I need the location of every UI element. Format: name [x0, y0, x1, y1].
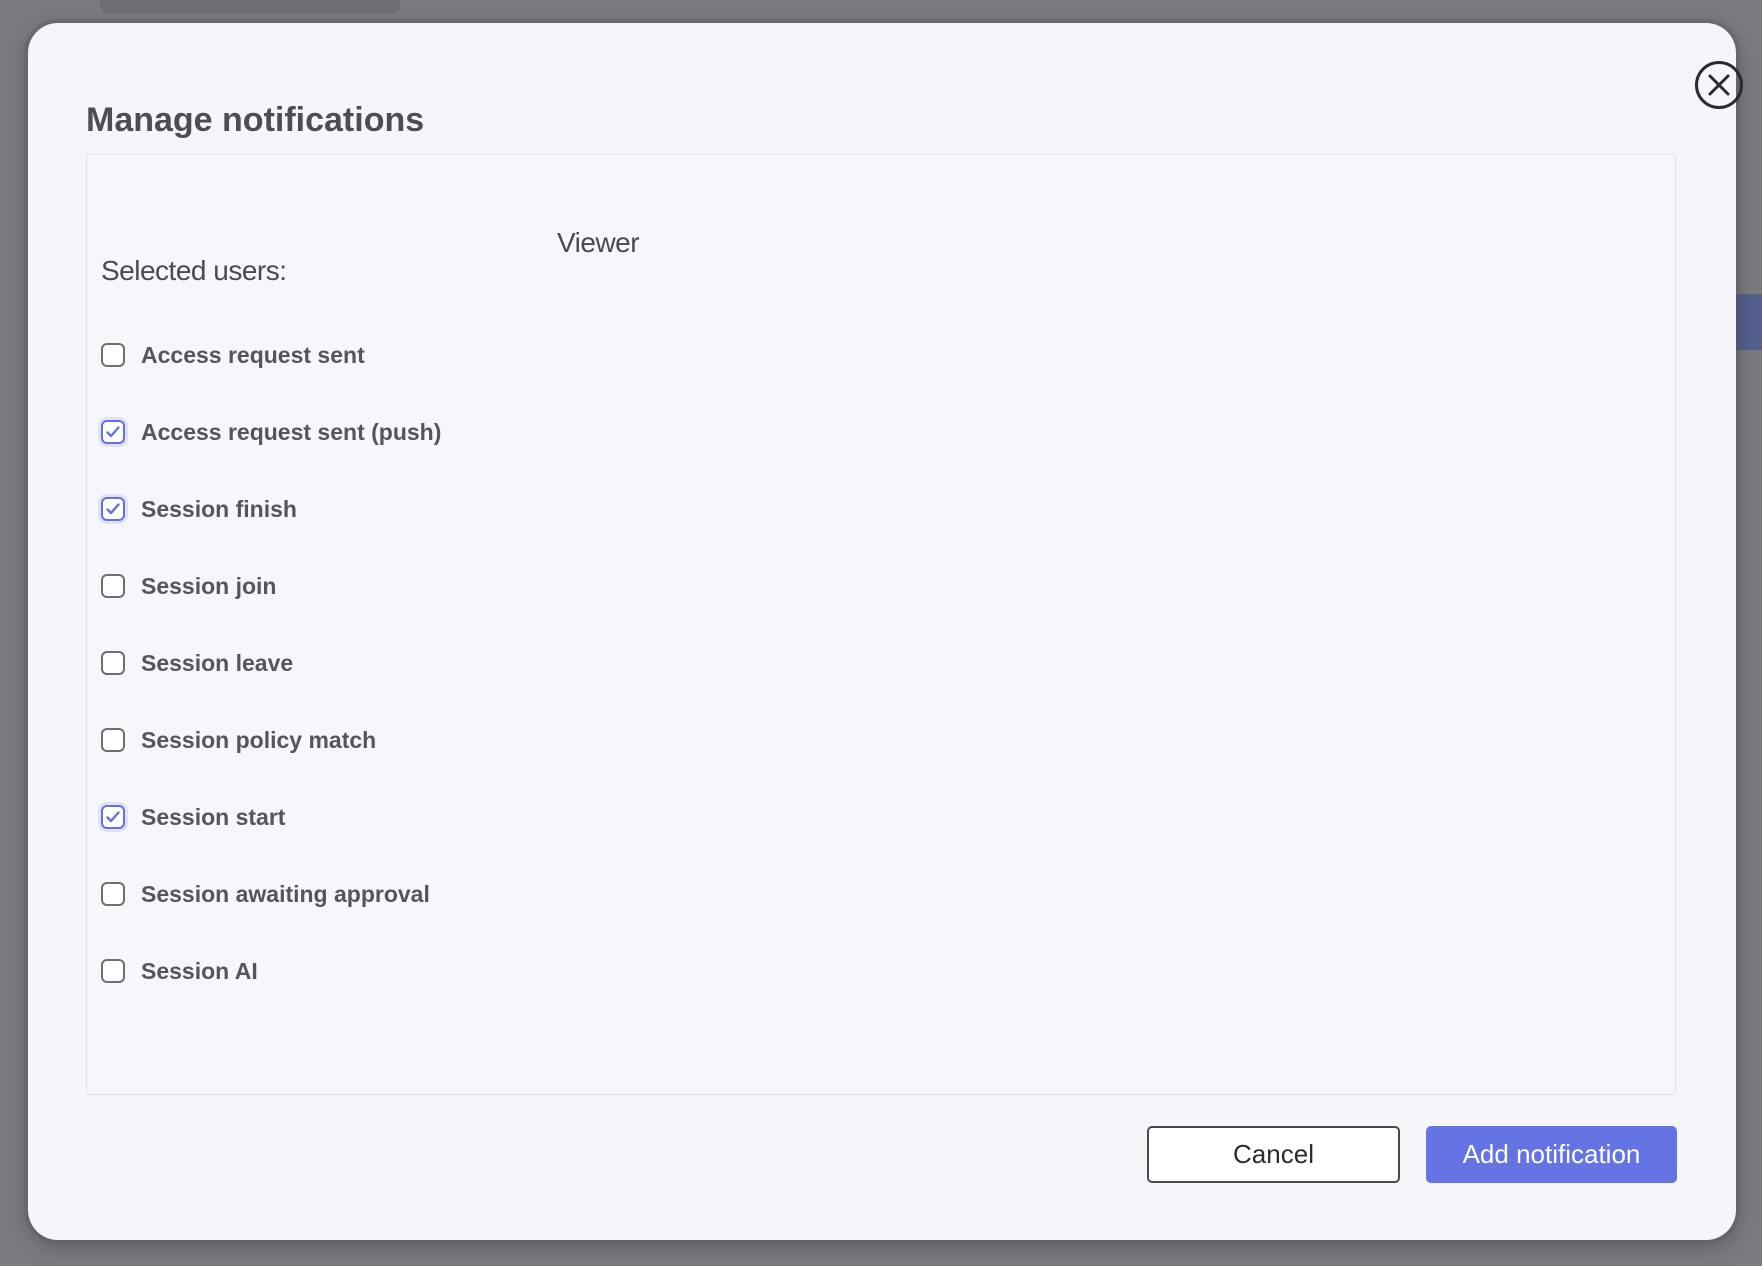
option-session-leave[interactable]: Session leave: [101, 648, 293, 678]
option-session-ai[interactable]: Session AI: [101, 956, 258, 986]
add-notification-button[interactable]: Add notification: [1426, 1126, 1677, 1183]
option-label: Session join: [141, 572, 277, 599]
check-icon: [106, 503, 120, 515]
checkbox[interactable]: [101, 728, 125, 752]
backdrop-side-tab: [1734, 294, 1762, 350]
cancel-button[interactable]: Cancel: [1147, 1126, 1400, 1183]
option-session-policy-match[interactable]: Session policy match: [101, 725, 376, 755]
option-access-request-sent-push[interactable]: Access request sent (push): [101, 417, 441, 447]
backdrop-header: [100, 0, 400, 14]
selected-users-label: Selected users:: [101, 255, 287, 286]
option-label: Access request sent: [141, 341, 365, 368]
option-label: Session leave: [141, 649, 294, 676]
checkbox[interactable]: [101, 497, 125, 521]
checkbox[interactable]: [101, 651, 125, 675]
option-session-start[interactable]: Session start: [101, 802, 285, 832]
option-session-finish[interactable]: Session finish: [101, 494, 297, 524]
checkbox[interactable]: [101, 882, 125, 906]
checkbox[interactable]: [101, 574, 125, 598]
option-label: Session AI: [141, 957, 258, 984]
close-button[interactable]: [1695, 61, 1743, 109]
option-session-join[interactable]: Session join: [101, 571, 276, 601]
checkbox[interactable]: [101, 805, 125, 829]
option-label: Session awaiting approval: [141, 880, 430, 907]
close-icon: [1708, 74, 1730, 96]
option-label: Session start: [141, 803, 286, 830]
dialog-title: Manage notifications: [86, 101, 425, 139]
option-access-request-sent[interactable]: Access request sent: [101, 340, 365, 370]
manage-notifications-dialog: Manage notifications Selected users: Vie…: [28, 23, 1743, 1240]
checkbox[interactable]: [101, 420, 125, 444]
option-session-awaiting-approval[interactable]: Session awaiting approval: [101, 879, 430, 909]
check-icon: [106, 811, 120, 823]
notification-settings-panel: Selected users: Viewer Access request se…: [86, 154, 1676, 1095]
checkbox[interactable]: [101, 959, 125, 983]
selected-user-value: Viewer: [557, 227, 640, 258]
option-label: Session policy match: [141, 726, 377, 753]
checkbox[interactable]: [101, 343, 125, 367]
option-label: Session finish: [141, 495, 297, 522]
check-icon: [106, 426, 120, 438]
option-label: Access request sent (push): [141, 418, 442, 445]
